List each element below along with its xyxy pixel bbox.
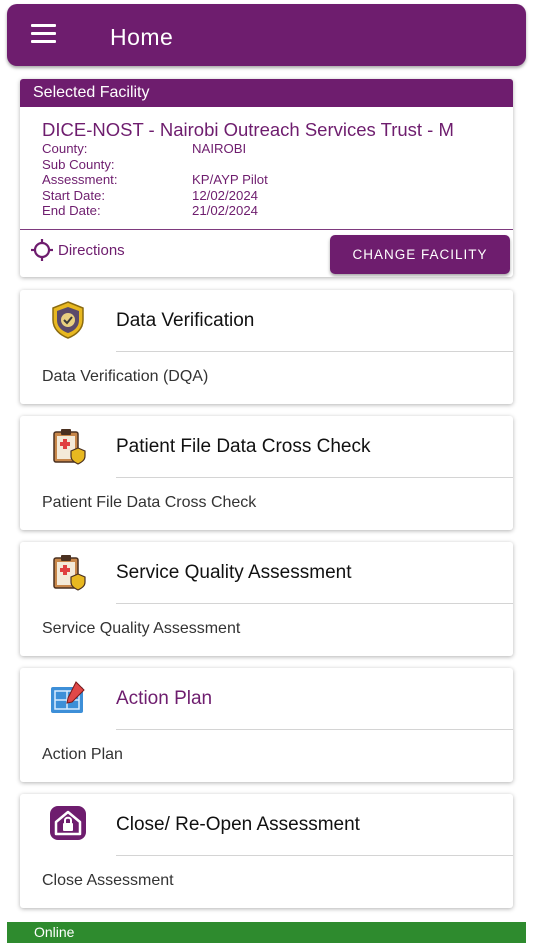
card-subtitle: Service Quality Assessment xyxy=(42,620,241,637)
facility-card-header: Selected Facility xyxy=(20,79,513,107)
menu-card-close-reopen-assessment[interactable]: Close/ Re-Open Assessment Close Assessme… xyxy=(20,794,513,908)
menu-card-action-plan[interactable]: Action Plan Action Plan xyxy=(20,668,513,782)
field-value: 12/02/2024 xyxy=(192,187,259,203)
field-label: County: xyxy=(42,141,88,156)
divider xyxy=(116,477,513,478)
facility-row-county: County: NAIROBI xyxy=(42,141,482,157)
divider xyxy=(116,603,513,604)
field-label: End Date: xyxy=(42,203,101,219)
clipboard-shield-icon xyxy=(53,429,86,465)
page-title: Home xyxy=(110,24,174,50)
card-title: Patient File Data Cross Check xyxy=(116,436,371,457)
facility-row-start-date: Start Date: 12/02/2024 xyxy=(42,188,482,204)
card-subtitle: Action Plan xyxy=(42,746,123,763)
divider xyxy=(116,855,513,856)
card-title: Data Verification xyxy=(116,310,255,331)
field-label: Assessment: xyxy=(42,172,118,188)
facility-row-assessment: Assessment: KP/AYP Pilot xyxy=(42,172,482,188)
house-lock-icon xyxy=(50,806,86,840)
change-facility-button[interactable]: CHANGE FACILITY xyxy=(330,235,510,274)
field-label: Start Date: xyxy=(42,187,106,203)
card-subtitle: Patient File Data Cross Check xyxy=(42,494,257,511)
field-value: NAIROBI xyxy=(192,141,247,156)
card-subtitle: Data Verification (DQA) xyxy=(42,368,209,385)
card-title: Close/ Re-Open Assessment xyxy=(116,814,360,835)
field-value: 21/02/2024 xyxy=(192,203,259,219)
card-subtitle: Close Assessment xyxy=(42,872,174,889)
field-value: KP/AYP Pilot xyxy=(192,172,268,188)
clipboard-shield-icon xyxy=(53,555,86,591)
divider xyxy=(116,729,513,730)
card-title: Action Plan xyxy=(116,688,213,709)
hamburger-menu-icon[interactable] xyxy=(31,24,61,48)
app-bar: Home xyxy=(7,4,526,66)
card-title: Service Quality Assessment xyxy=(116,562,352,583)
field-label: Sub County: xyxy=(42,156,115,172)
menu-card-patient-file-cross-check[interactable]: Patient File Data Cross Check Patient Fi… xyxy=(20,416,513,530)
facility-row-sub-county: Sub County: xyxy=(42,157,482,173)
connection-status-bar: Online xyxy=(7,922,526,943)
menu-card-data-verification[interactable]: Data Verification Data Verification (DQA… xyxy=(20,290,513,404)
crosshair-location-icon xyxy=(31,239,53,261)
menu-card-service-quality-assessment[interactable]: Service Quality Assessment Service Quali… xyxy=(20,542,513,656)
divider xyxy=(20,229,513,230)
directions-label: Directions xyxy=(58,241,125,259)
facility-details: County: NAIROBI Sub County: Assessment: … xyxy=(42,141,482,219)
directions-link[interactable]: Directions xyxy=(29,237,125,263)
facility-row-end-date: End Date: 21/02/2024 xyxy=(42,203,482,219)
blueprint-pencil-icon xyxy=(51,681,85,713)
shield-check-icon xyxy=(52,301,84,339)
divider xyxy=(116,351,513,352)
facility-name: DICE-NOST - Nairobi Outreach Services Tr… xyxy=(42,119,454,140)
selected-facility-card: Selected Facility DICE-NOST - Nairobi Ou… xyxy=(20,79,513,277)
